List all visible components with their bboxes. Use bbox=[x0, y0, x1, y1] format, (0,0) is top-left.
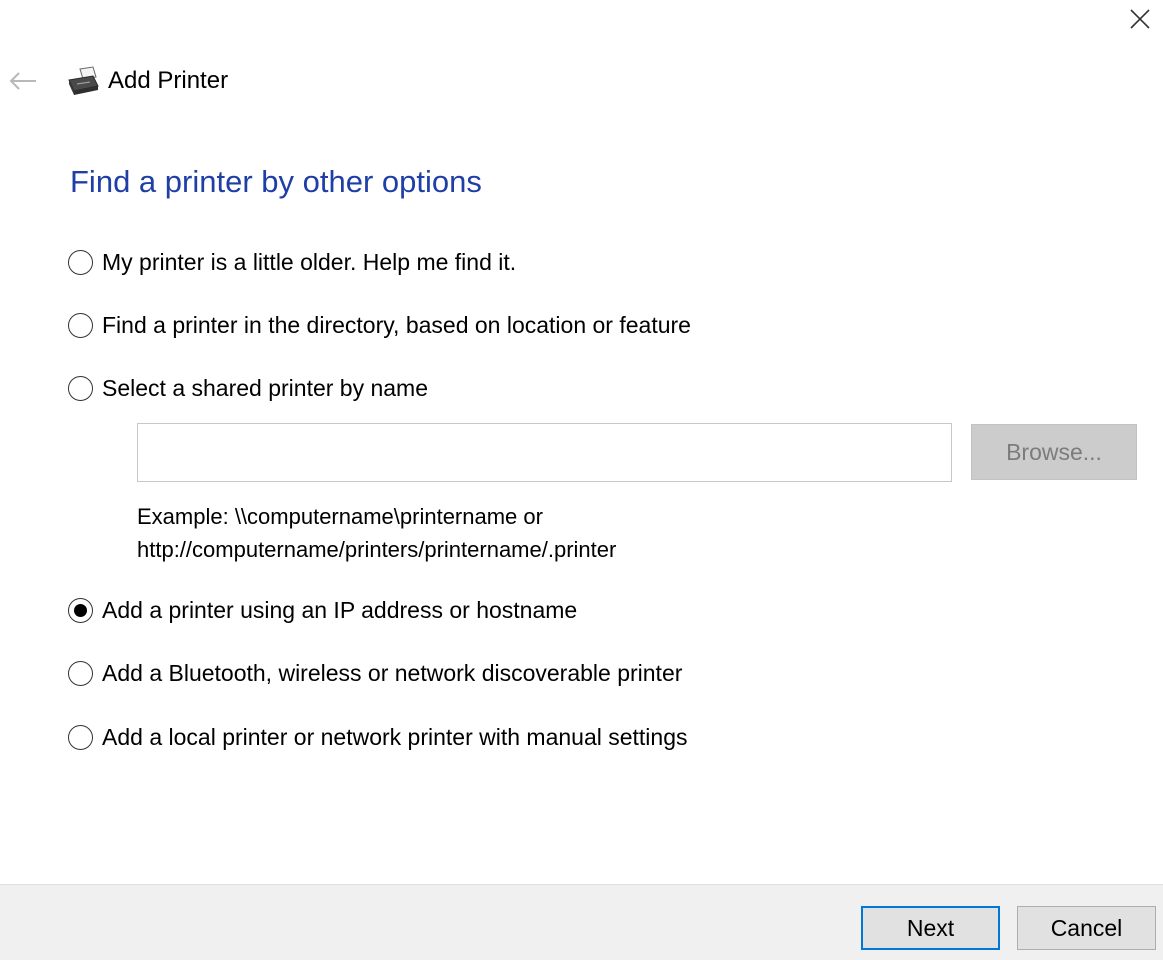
example-line-1: Example: \\computername\printername or bbox=[137, 500, 616, 533]
cancel-button[interactable]: Cancel bbox=[1017, 906, 1156, 950]
option-shared-printer[interactable]: Select a shared printer by name bbox=[68, 372, 428, 404]
printer-icon bbox=[66, 66, 100, 96]
radio-button[interactable] bbox=[68, 725, 93, 750]
shared-printer-name-input[interactable] bbox=[137, 423, 952, 482]
window-title: Add Printer bbox=[108, 67, 228, 95]
option-older-printer[interactable]: My printer is a little older. Help me fi… bbox=[68, 246, 516, 278]
option-label: Select a shared printer by name bbox=[102, 375, 428, 402]
close-button[interactable] bbox=[1117, 0, 1163, 38]
add-printer-window: Add Printer Find a printer by other opti… bbox=[0, 0, 1163, 960]
option-label: Add a printer using an IP address or hos… bbox=[102, 597, 577, 624]
radio-button[interactable] bbox=[68, 250, 93, 275]
back-arrow-icon bbox=[9, 72, 37, 90]
title-bar: Add Printer bbox=[66, 64, 228, 98]
option-label: Find a printer in the directory, based o… bbox=[102, 312, 691, 339]
example-line-2: http://computername/printers/printername… bbox=[137, 533, 616, 566]
radio-button[interactable] bbox=[68, 661, 93, 686]
radio-button[interactable] bbox=[68, 313, 93, 338]
option-directory-search[interactable]: Find a printer in the directory, based o… bbox=[68, 309, 691, 341]
option-label: Add a Bluetooth, wireless or network dis… bbox=[102, 660, 682, 687]
option-label: Add a local printer or network printer w… bbox=[102, 724, 688, 751]
option-label: My printer is a little older. Help me fi… bbox=[102, 249, 516, 276]
option-bluetooth-wireless[interactable]: Add a Bluetooth, wireless or network dis… bbox=[68, 657, 682, 689]
radio-dot-icon bbox=[74, 604, 87, 617]
next-button[interactable]: Next bbox=[861, 906, 1000, 950]
option-local-manual[interactable]: Add a local printer or network printer w… bbox=[68, 721, 688, 753]
example-text: Example: \\computername\printername or h… bbox=[137, 500, 616, 566]
radio-button-selected[interactable] bbox=[68, 598, 93, 623]
back-button[interactable] bbox=[6, 64, 40, 98]
page-heading: Find a printer by other options bbox=[70, 164, 482, 200]
footer-bar: Next Cancel bbox=[0, 884, 1163, 960]
browse-button[interactable]: Browse... bbox=[971, 424, 1137, 480]
radio-button[interactable] bbox=[68, 376, 93, 401]
close-icon bbox=[1129, 8, 1151, 30]
option-ip-address[interactable]: Add a printer using an IP address or hos… bbox=[68, 594, 577, 626]
